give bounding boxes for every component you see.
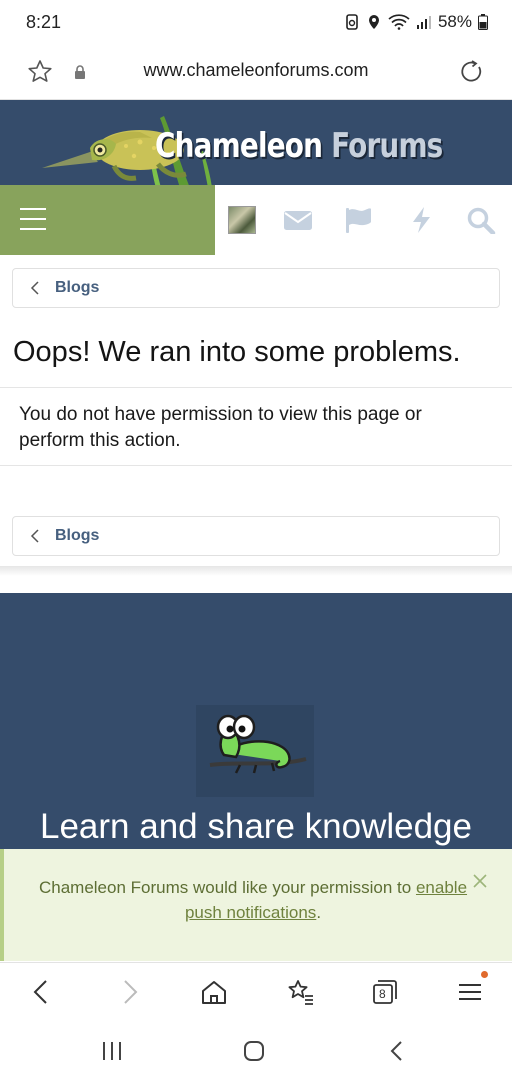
- status-icons: 58%: [344, 12, 488, 32]
- notice-text-before: Chameleon Forums would like your permiss…: [38, 878, 416, 897]
- battery-percent: 58%: [437, 12, 472, 31]
- nav-bar: [0, 185, 512, 255]
- error-block: You do not have permission to view this …: [0, 387, 512, 466]
- location-icon: [368, 15, 379, 29]
- flag-icon[interactable]: [344, 206, 374, 234]
- chevron-left-icon: [30, 529, 39, 543]
- tabs-button[interactable]: 8: [370, 977, 400, 1007]
- chevron-left-icon: [30, 281, 39, 295]
- tab-count: 8: [379, 987, 386, 1001]
- push-notification-banner: Chameleon Forums would like your permiss…: [0, 849, 512, 961]
- browser-toolbar: 8: [0, 962, 512, 1020]
- close-icon[interactable]: [472, 873, 488, 889]
- footer-tagline: Learn and share knowledge: [40, 807, 472, 846]
- url-field[interactable]: www.chameleonforums.com: [0, 60, 512, 81]
- system-back-icon[interactable]: [386, 1040, 410, 1062]
- recent-apps-icon[interactable]: [100, 1040, 124, 1062]
- logo-word-forums: Forums: [331, 126, 443, 166]
- signal-icon: [416, 16, 431, 29]
- breadcrumb-link-blogs[interactable]: Blogs: [55, 527, 99, 545]
- user-avatar[interactable]: [228, 206, 256, 234]
- home-button-icon[interactable]: [242, 1040, 266, 1062]
- menu-icon: [20, 208, 46, 230]
- site-header: Chameleon Forums: [0, 100, 512, 185]
- address-bar: www.chameleonforums.com: [0, 44, 512, 100]
- breadcrumb-link-blogs[interactable]: Blogs: [55, 279, 99, 297]
- content-divider: [0, 566, 512, 576]
- mail-icon[interactable]: [283, 206, 313, 234]
- breadcrumb-bottom[interactable]: Blogs: [12, 516, 500, 556]
- bolt-icon[interactable]: [407, 206, 437, 234]
- status-time: 8:21: [26, 12, 62, 32]
- status-bar: 8:21 58%: [0, 0, 512, 44]
- logo-word-chameleon: Chameleon: [155, 126, 323, 166]
- forward-icon[interactable]: [114, 977, 144, 1007]
- menu-button[interactable]: [0, 185, 215, 255]
- battery-icon: [478, 14, 488, 30]
- bookmarks-icon[interactable]: [285, 977, 315, 1007]
- chameleon-mascot-image: [196, 705, 314, 797]
- notification-dot: [481, 971, 488, 978]
- wifi-icon: [388, 14, 410, 30]
- page-title: Oops! We ran into some problems.: [13, 336, 461, 368]
- back-icon[interactable]: [27, 977, 57, 1007]
- home-icon[interactable]: [199, 977, 229, 1007]
- notice-text: Chameleon Forums would like your permiss…: [28, 875, 478, 925]
- notice-text-after: .: [316, 903, 322, 922]
- site-footer: Learn and share knowledge: [0, 593, 512, 849]
- error-message: You do not have permission to view this …: [19, 404, 422, 451]
- breadcrumb-top[interactable]: Blogs: [12, 268, 500, 308]
- site-logo-text[interactable]: Chameleon Forums: [155, 126, 443, 166]
- recycle-icon: [346, 14, 358, 30]
- reload-icon[interactable]: [458, 58, 486, 86]
- search-icon[interactable]: [466, 206, 496, 234]
- menu-icon[interactable]: [455, 977, 485, 1007]
- system-nav-bar: [0, 1020, 512, 1080]
